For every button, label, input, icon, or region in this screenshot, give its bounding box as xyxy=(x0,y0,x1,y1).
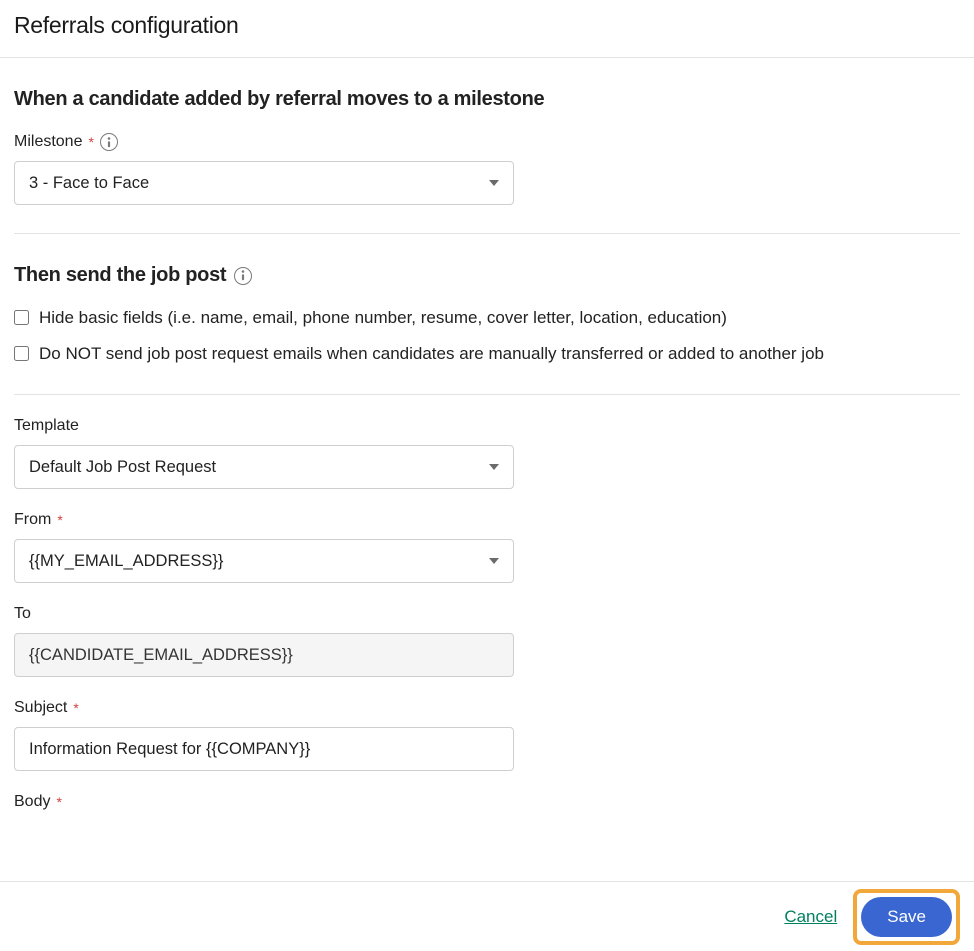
chevron-down-icon xyxy=(489,180,499,186)
from-label-text: From xyxy=(14,511,51,529)
section-milestone-title-text: When a candidate added by referral moves… xyxy=(14,88,544,111)
section-jobpost-title: Then send the job post xyxy=(14,264,960,287)
body-label: Body * xyxy=(14,793,960,811)
template-label-text: Template xyxy=(14,417,79,435)
footer-bar: Cancel Save xyxy=(0,881,974,951)
from-select-value: {{MY_EMAIL_ADDRESS}} xyxy=(29,552,223,571)
chevron-down-icon xyxy=(489,558,499,564)
subject-input-value: Information Request for {{COMPANY}} xyxy=(29,740,310,759)
to-input-value: {{CANDIDATE_EMAIL_ADDRESS}} xyxy=(29,646,293,665)
cancel-button[interactable]: Cancel xyxy=(784,907,837,927)
field-milestone: Milestone * 3 - Face to Face xyxy=(14,133,960,205)
page-title: Referrals configuration xyxy=(14,12,960,39)
checkbox-no-send-label: Do NOT send job post request emails when… xyxy=(39,341,824,367)
template-select-value: Default Job Post Request xyxy=(29,458,216,477)
to-label-text: To xyxy=(14,605,31,623)
milestone-select[interactable]: 3 - Face to Face xyxy=(14,161,514,205)
main-content: When a candidate added by referral moves… xyxy=(0,88,974,811)
field-subject: Subject * Information Request for {{COMP… xyxy=(14,699,960,771)
divider xyxy=(14,394,960,395)
milestone-label-text: Milestone xyxy=(14,133,82,151)
body-label-text: Body xyxy=(14,793,50,811)
section-jobpost-title-text: Then send the job post xyxy=(14,264,226,287)
chevron-down-icon xyxy=(489,464,499,470)
checkbox-hide-fields[interactable]: Hide basic fields (i.e. name, email, pho… xyxy=(14,305,960,331)
section-milestone-title: When a candidate added by referral moves… xyxy=(14,88,960,111)
subject-input[interactable]: Information Request for {{COMPANY}} xyxy=(14,727,514,771)
from-select[interactable]: {{MY_EMAIL_ADDRESS}} xyxy=(14,539,514,583)
save-button[interactable]: Save xyxy=(861,897,952,937)
info-icon[interactable] xyxy=(100,133,118,151)
field-template: Template Default Job Post Request xyxy=(14,417,960,489)
milestone-label: Milestone * xyxy=(14,133,960,151)
subject-label: Subject * xyxy=(14,699,960,717)
divider xyxy=(14,233,960,234)
required-asterisk: * xyxy=(57,512,62,528)
milestone-select-value: 3 - Face to Face xyxy=(29,174,149,193)
field-to: To {{CANDIDATE_EMAIL_ADDRESS}} xyxy=(14,605,960,677)
to-input: {{CANDIDATE_EMAIL_ADDRESS}} xyxy=(14,633,514,677)
save-button-highlight: Save xyxy=(853,889,960,945)
subject-label-text: Subject xyxy=(14,699,67,717)
required-asterisk: * xyxy=(73,700,78,716)
checkbox-no-send[interactable]: Do NOT send job post request emails when… xyxy=(14,341,960,367)
field-from: From * {{MY_EMAIL_ADDRESS}} xyxy=(14,511,960,583)
to-label: To xyxy=(14,605,960,623)
page-header: Referrals configuration xyxy=(0,0,974,58)
required-asterisk: * xyxy=(88,134,93,150)
from-label: From * xyxy=(14,511,960,529)
checkbox-no-send-input[interactable] xyxy=(14,346,29,361)
template-label: Template xyxy=(14,417,960,435)
info-icon[interactable] xyxy=(234,267,252,285)
checkbox-hide-fields-label: Hide basic fields (i.e. name, email, pho… xyxy=(39,305,727,331)
required-asterisk: * xyxy=(56,794,61,810)
field-body: Body * xyxy=(14,793,960,811)
template-select[interactable]: Default Job Post Request xyxy=(14,445,514,489)
checkbox-hide-fields-input[interactable] xyxy=(14,310,29,325)
